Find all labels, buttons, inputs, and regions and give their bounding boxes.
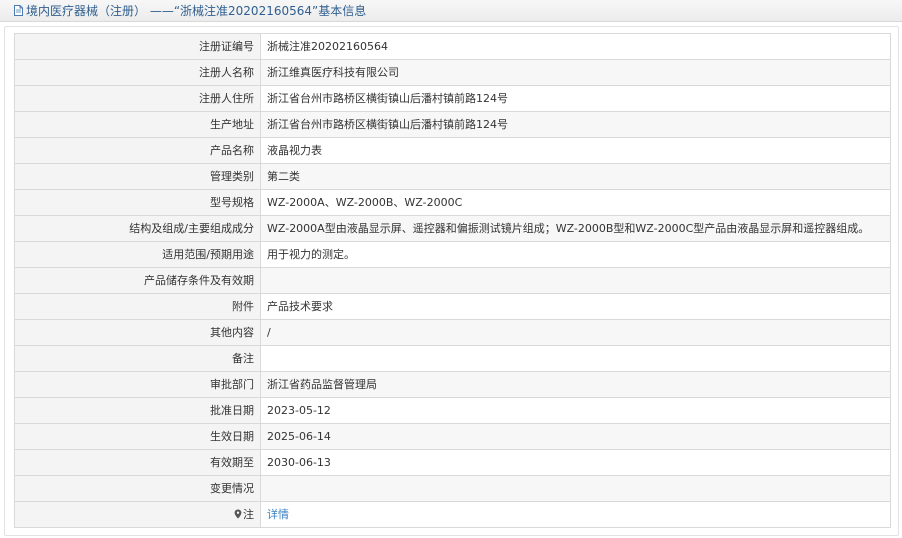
- table-row: 生产地址 浙江省台州市路桥区横街镇山后潘村镇前路124号: [14, 111, 891, 138]
- table-row: 有效期至 2030-06-13: [14, 449, 891, 476]
- row-value: 2025-06-14: [260, 423, 891, 450]
- row-label: 产品储存条件及有效期: [14, 267, 261, 294]
- row-value: [260, 345, 891, 372]
- table-row: 变更情况: [14, 475, 891, 502]
- row-label: 生效日期: [14, 423, 261, 450]
- row-label: 适用范围/预期用途: [14, 241, 261, 268]
- table-row: 备注: [14, 345, 891, 372]
- row-value: /: [260, 319, 891, 346]
- table-row: 产品名称 液晶视力表: [14, 137, 891, 164]
- row-label: 变更情况: [14, 475, 261, 502]
- row-value: 产品技术要求: [260, 293, 891, 320]
- table-row: 注册证编号 浙械注准20202160564: [14, 33, 891, 60]
- row-value: [260, 475, 891, 502]
- row-label: 附件: [14, 293, 261, 320]
- table-row: 审批部门 浙江省药品监督管理局: [14, 371, 891, 398]
- row-label: 生产地址: [14, 111, 261, 138]
- row-label: 注册证编号: [14, 33, 261, 60]
- table-row: 结构及组成/主要组成成分 WZ-2000A型由液晶显示屏、遥控器和偏振测试镜片组…: [14, 215, 891, 242]
- row-value: 浙江省台州市路桥区横街镇山后潘村镇前路124号: [260, 111, 891, 138]
- table-row: 注册人名称 浙江维真医疗科技有限公司: [14, 59, 891, 86]
- row-label: 备注: [14, 345, 261, 372]
- table-row: 适用范围/预期用途 用于视力的测定。: [14, 241, 891, 268]
- note-value-cell: 详情: [260, 501, 891, 528]
- row-label: 有效期至: [14, 449, 261, 476]
- row-label: 注册人名称: [14, 59, 261, 86]
- row-label: 注册人住所: [14, 85, 261, 112]
- table-row: 产品储存条件及有效期: [14, 267, 891, 294]
- note-row: 注 详情: [14, 501, 891, 528]
- row-value: 浙江省台州市路桥区横街镇山后潘村镇前路124号: [260, 85, 891, 112]
- table-row: 注册人住所 浙江省台州市路桥区横街镇山后潘村镇前路124号: [14, 85, 891, 112]
- info-table: 注册证编号 浙械注准20202160564 注册人名称 浙江维真医疗科技有限公司…: [14, 33, 891, 528]
- row-label: 结构及组成/主要组成成分: [14, 215, 261, 242]
- table-row: 附件 产品技术要求: [14, 293, 891, 320]
- row-label: 其他内容: [14, 319, 261, 346]
- row-label: 型号规格: [14, 189, 261, 216]
- row-value: 液晶视力表: [260, 137, 891, 164]
- row-label: 管理类别: [14, 163, 261, 190]
- row-value: [260, 267, 891, 294]
- row-value: 浙械注准20202160564: [260, 33, 891, 60]
- info-table-body: 注册证编号 浙械注准20202160564 注册人名称 浙江维真医疗科技有限公司…: [14, 33, 891, 528]
- row-label: 审批部门: [14, 371, 261, 398]
- row-value: 用于视力的测定。: [260, 241, 891, 268]
- page-title: 境内医疗器械（注册） ——“浙械注准20202160564”基本信息: [26, 4, 367, 18]
- row-value: 2030-06-13: [260, 449, 891, 476]
- detail-link[interactable]: 详情: [267, 508, 289, 521]
- row-value: WZ-2000A、WZ-2000B、WZ-2000C: [260, 189, 891, 216]
- document-icon: [14, 5, 23, 16]
- page-header: 境内医疗器械（注册） ——“浙械注准20202160564”基本信息: [0, 0, 902, 22]
- table-row: 其他内容 /: [14, 319, 891, 346]
- row-label: 批准日期: [14, 397, 261, 424]
- row-value: 2023-05-12: [260, 397, 891, 424]
- row-value: 第二类: [260, 163, 891, 190]
- table-row: 管理类别 第二类: [14, 163, 891, 190]
- table-row: 型号规格 WZ-2000A、WZ-2000B、WZ-2000C: [14, 189, 891, 216]
- note-label-cell: 注: [14, 501, 261, 528]
- note-label: 注: [243, 507, 254, 521]
- row-label: 产品名称: [14, 137, 261, 164]
- table-row: 生效日期 2025-06-14: [14, 423, 891, 450]
- table-row: 批准日期 2023-05-12: [14, 397, 891, 424]
- row-value: WZ-2000A型由液晶显示屏、遥控器和偏振测试镜片组成；WZ-2000B型和W…: [260, 215, 891, 242]
- pin-icon: [234, 509, 242, 518]
- row-value: 浙江维真医疗科技有限公司: [260, 59, 891, 86]
- row-value: 浙江省药品监督管理局: [260, 371, 891, 398]
- info-panel: 注册证编号 浙械注准20202160564 注册人名称 浙江维真医疗科技有限公司…: [4, 26, 899, 536]
